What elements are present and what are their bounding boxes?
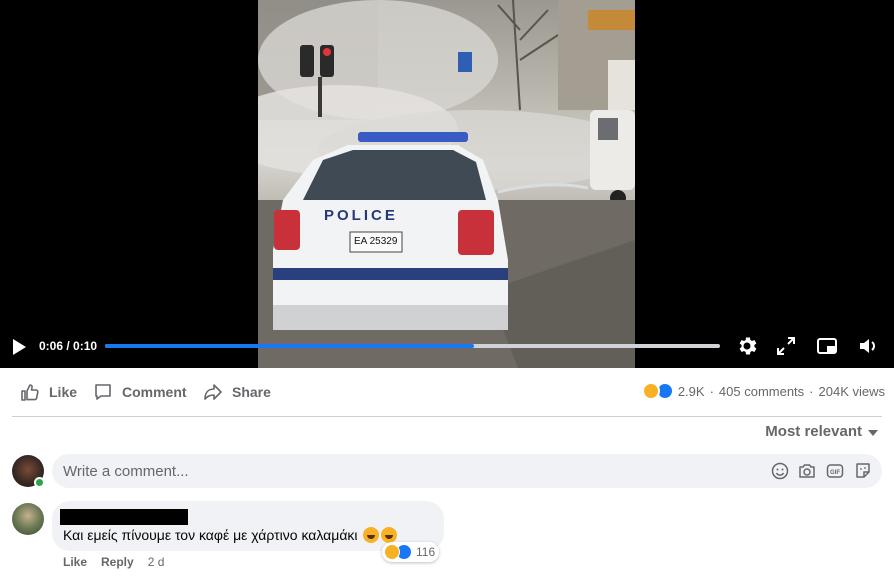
sticker-icon[interactable] <box>854 462 872 480</box>
haha-reaction-icon <box>384 544 400 560</box>
sort-label: Most relevant <box>765 423 862 440</box>
gif-icon[interactable]: GIF <box>826 462 844 480</box>
comment-placeholder: Write a comment... <box>63 463 189 480</box>
views-count: 204K views <box>818 383 885 399</box>
video-frame[interactable]: POLICE ΕΑ 25329 <box>258 0 635 368</box>
duration: 0:10 <box>73 339 98 353</box>
post-actions: Like Comment Share 2.9K · 405 comments ·… <box>0 372 894 414</box>
laughing-emoji-icon <box>381 527 398 543</box>
volume-icon[interactable] <box>856 334 880 358</box>
post-view: POLICE ΕΑ 25329 0:06 / 0:10 Like Comment… <box>0 0 894 576</box>
play-icon[interactable] <box>10 337 28 357</box>
online-status-icon <box>34 477 45 488</box>
comment-input[interactable]: Write a comment... GIF <box>52 454 882 488</box>
reaction-icons[interactable] <box>641 382 674 400</box>
like-button[interactable]: Like <box>20 382 77 402</box>
comment-label: Comment <box>122 384 187 400</box>
thumbs-up-icon <box>21 384 39 401</box>
car-plate: ΕΑ 25329 <box>354 236 398 247</box>
comment-reactions[interactable]: 116 <box>382 542 440 562</box>
share-label: Share <box>232 384 271 400</box>
video-controls: 0:06 / 0:10 <box>0 326 894 368</box>
haha-reaction-icon <box>641 382 660 400</box>
laughing-emoji-icon <box>363 527 380 543</box>
video-scene-illustration <box>258 0 635 368</box>
video-time: 0:06 / 0:10 <box>39 339 98 353</box>
comment-age[interactable]: 2 d <box>148 555 165 569</box>
comment-button[interactable]: Comment <box>93 382 187 402</box>
fullscreen-icon[interactable] <box>774 334 798 358</box>
divider <box>12 416 882 417</box>
video-player[interactable]: POLICE ΕΑ 25329 0:06 / 0:10 <box>0 0 894 368</box>
svg-text:GIF: GIF <box>830 470 840 476</box>
sort-comments-dropdown[interactable]: Most relevant <box>765 423 878 440</box>
caret-down-icon <box>868 429 878 436</box>
comment-like-link[interactable]: Like <box>63 555 87 569</box>
progress-fill <box>105 344 474 348</box>
commenter-avatar[interactable] <box>12 503 44 535</box>
share-arrow-icon <box>204 384 222 400</box>
picture-in-picture-icon[interactable] <box>815 334 839 358</box>
redacted-author-name <box>60 509 188 525</box>
comment-reply-link[interactable]: Reply <box>101 555 134 569</box>
comment-reactions-count: 116 <box>416 545 436 559</box>
camera-icon[interactable] <box>798 462 816 480</box>
settings-gear-icon[interactable] <box>735 334 759 358</box>
comment-bubble-icon <box>95 384 111 400</box>
comment-text: Και εμείς πίνουμε τον καφέ με χάρτινο κα… <box>63 527 398 543</box>
like-label: Like <box>49 384 78 400</box>
emoji-icon[interactable] <box>771 462 789 480</box>
current-time: 0:06 <box>39 339 64 353</box>
share-button[interactable]: Share <box>203 382 271 402</box>
comments-count[interactable]: 405 comments <box>719 384 804 399</box>
car-label: POLICE <box>324 207 398 224</box>
post-stats: 2.9K · 405 comments · 204K views <box>641 382 885 400</box>
comment-meta: Like Reply 2 d <box>63 555 164 569</box>
reactions-count[interactable]: 2.9K <box>678 384 705 399</box>
progress-bar[interactable] <box>105 344 720 348</box>
